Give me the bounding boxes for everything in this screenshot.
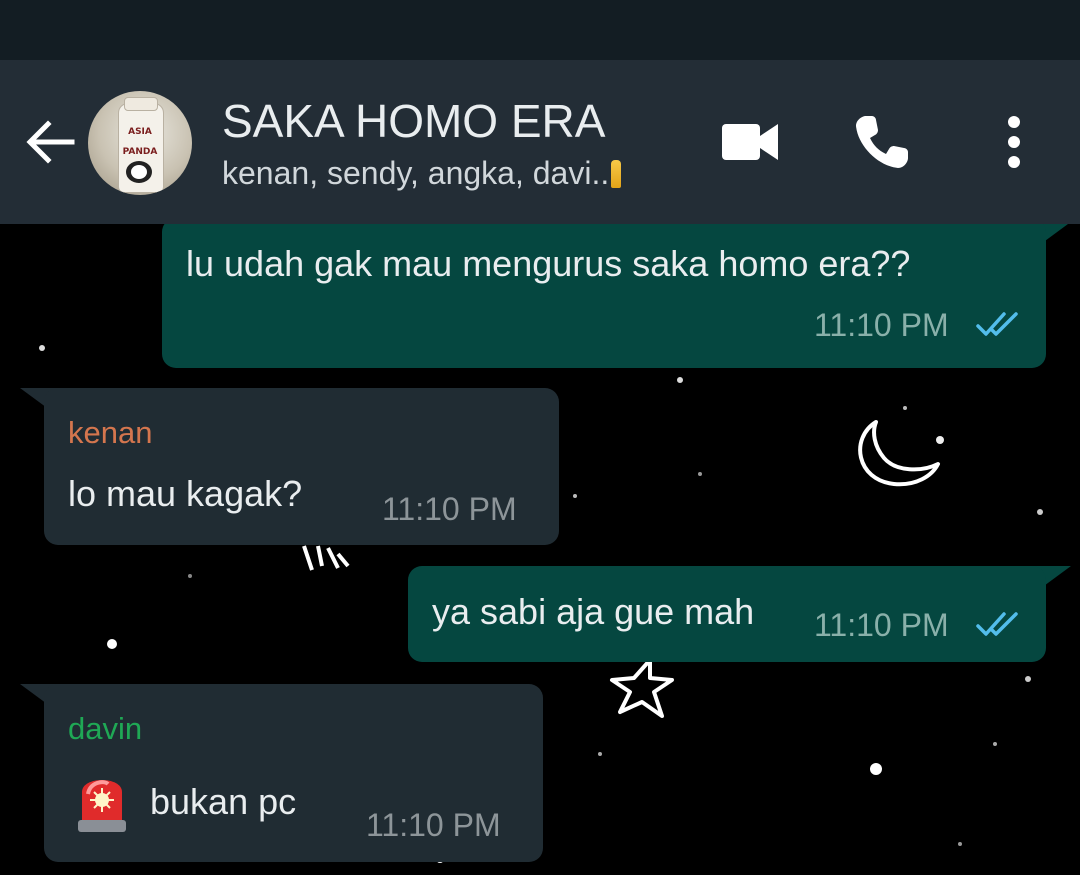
video-camera-icon[interactable] <box>710 102 790 182</box>
double-check-icon <box>976 612 1018 636</box>
shooting-star-doodle <box>302 545 350 571</box>
message-bubble-incoming[interactable]: davin bukan pc 11:10 PM <box>44 684 543 862</box>
participants-list: kenan, sendy, angka, davi.. <box>222 155 610 191</box>
message-text: ya sabi aja gue mah <box>432 591 755 632</box>
message-text: lu udah gak mau mengurus saka homo era?? <box>186 243 911 284</box>
message-text: lo mau kagak? <box>68 473 303 514</box>
group-avatar[interactable]: ASIA PANDA <box>88 91 192 195</box>
sender-name[interactable]: kenan <box>68 414 152 452</box>
sender-name[interactable]: davin <box>68 710 142 748</box>
avatar-panda-face <box>131 165 147 179</box>
double-check-icon <box>976 312 1018 336</box>
moon-doodle <box>858 420 940 487</box>
message-time: 11:10 PM <box>814 307 949 343</box>
police-light-emoji <box>78 780 126 832</box>
message-bubble-outgoing[interactable]: ya sabi aja gue mah 11:10 PM <box>408 566 1046 662</box>
avatar-label-asia: ASIA <box>128 127 152 137</box>
message-bubble-outgoing[interactable]: lu udah gak mau mengurus saka homo era??… <box>162 224 1046 368</box>
avatar-label-panda: PANDA <box>122 147 158 157</box>
chat-subtitle[interactable]: kenan, sendy, angka, davi.. <box>222 154 622 192</box>
avatar-bottle-cap <box>124 97 158 111</box>
status-bar <box>0 0 1080 60</box>
pointing-hand-emoji <box>611 160 622 188</box>
message-time: 11:10 PM <box>366 807 501 843</box>
arrow-back-icon[interactable] <box>20 112 80 172</box>
whatsapp-chat-screen: ASIA PANDA SAKA HOMO ERA kenan, sendy, a… <box>0 0 1080 875</box>
message-list[interactable]: lu udah gak mau mengurus saka homo era??… <box>0 224 1080 875</box>
phone-icon[interactable] <box>842 102 922 182</box>
message-text: bukan pc <box>150 781 297 822</box>
message-time: 11:10 PM <box>814 607 949 643</box>
message-time: 11:10 PM <box>382 491 517 527</box>
star-doodle <box>610 658 674 718</box>
message-bubble-incoming[interactable]: kenan lo mau kagak? 11:10 PM <box>44 388 559 545</box>
chat-header: ASIA PANDA SAKA HOMO ERA kenan, sendy, a… <box>0 60 1080 224</box>
more-vertical-icon[interactable] <box>974 102 1054 182</box>
chat-title[interactable]: SAKA HOMO ERA <box>222 94 605 148</box>
